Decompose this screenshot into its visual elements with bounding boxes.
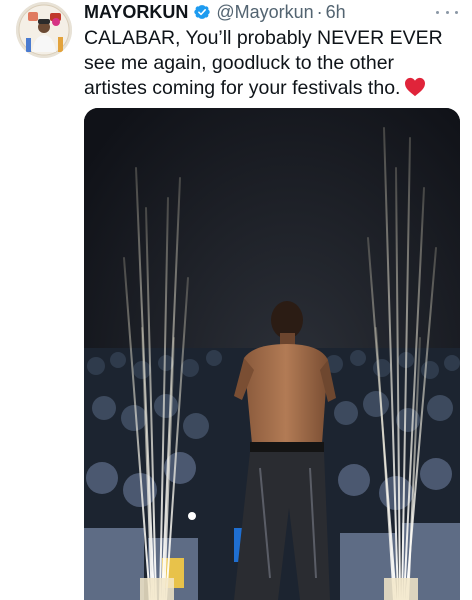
tweet-photo[interactable] — [84, 108, 460, 600]
verified-badge-icon — [193, 3, 211, 21]
tweet-header: MAYORKUN @Mayorkun · 6h — [84, 0, 346, 24]
more-options-icon[interactable] — [436, 4, 458, 20]
separator-dot: · — [316, 1, 323, 22]
tweet-text: CALABAR, You’ll probably NEVER EVER see … — [84, 26, 460, 104]
tweet-text-content: CALABAR, You’ll probably NEVER EVER see … — [84, 27, 443, 99]
timestamp[interactable]: 6h — [326, 2, 346, 23]
author-avatar[interactable] — [16, 2, 72, 58]
red-heart-icon — [404, 77, 426, 104]
tweet[interactable]: MAYORKUN @Mayorkun · 6h CALABAR, You’ll … — [0, 0, 472, 600]
author-name[interactable]: MAYORKUN — [84, 2, 188, 23]
author-handle[interactable]: @Mayorkun — [216, 2, 313, 23]
